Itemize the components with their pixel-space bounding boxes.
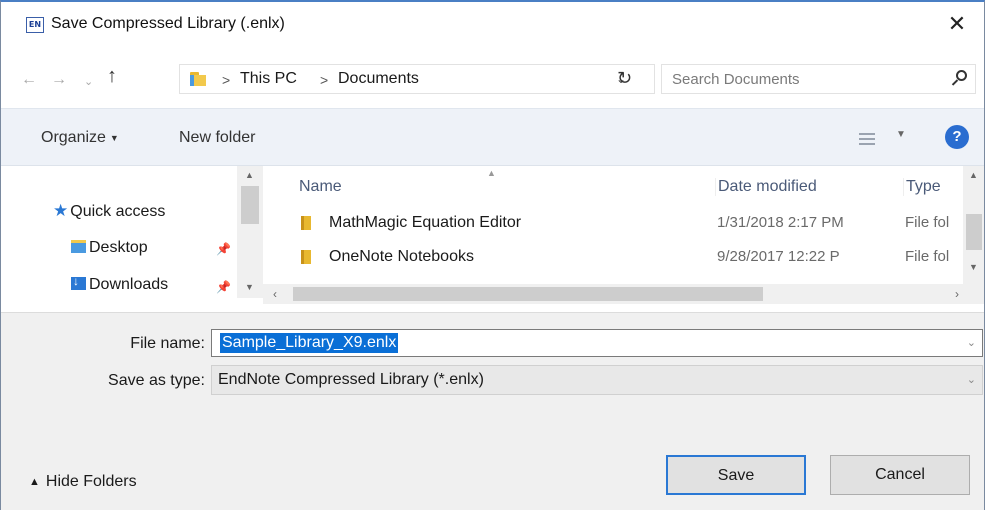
column-header-type[interactable]: Type: [903, 178, 941, 196]
back-arrow-icon[interactable]: ←: [21, 72, 37, 88]
navigation-pane: ★Quick access Desktop 📌 Downloads 📌 ▲ ▼: [1, 166, 263, 312]
folder-icon: [301, 250, 311, 264]
save-as-type-select[interactable]: EndNote Compressed Library (*.enlx) ⌄: [211, 365, 983, 395]
command-bar: Organize ▼ New folder ▼ ?: [1, 108, 984, 166]
scroll-down-icon[interactable]: ▼: [969, 262, 978, 272]
chevron-down-icon[interactable]: ⌄: [967, 336, 976, 349]
file-row[interactable]: MathMagic Equation Editor 1/31/2018 2:17…: [263, 208, 963, 240]
scroll-up-icon[interactable]: ▲: [245, 170, 254, 180]
column-header-name[interactable]: Name: [299, 178, 342, 196]
hide-folders-button[interactable]: ▲ Hide Folders: [29, 473, 137, 491]
save-button[interactable]: Save: [666, 455, 806, 495]
help-icon[interactable]: ?: [945, 125, 969, 149]
save-form: File name: Sample_Library_X9.enlx ⌄ Save…: [1, 312, 984, 510]
file-type: File fol: [905, 214, 950, 231]
view-options-caret-icon[interactable]: ▼: [896, 129, 906, 140]
scroll-left-icon[interactable]: ‹: [273, 287, 277, 301]
title-bar: EN Save Compressed Library (.enlx) ✕: [1, 2, 984, 50]
up-arrow-icon[interactable]: ↑: [107, 66, 117, 86]
view-options-icon[interactable]: [859, 133, 875, 145]
file-date-modified: 9/28/2017 12:22 P: [717, 248, 840, 265]
search-placeholder: Search Documents: [672, 71, 800, 88]
refresh-icon[interactable]: ↻: [617, 68, 632, 89]
new-folder-button[interactable]: New folder: [179, 129, 255, 147]
file-date-modified: 1/31/2018 2:17 PM: [717, 214, 844, 231]
dialog-title: Save Compressed Library (.enlx): [51, 15, 285, 32]
scroll-down-icon[interactable]: ▼: [245, 282, 254, 292]
chevron-up-icon: ▲: [29, 476, 40, 488]
nav-item-label: Desktop: [89, 239, 148, 256]
column-header-date-modified[interactable]: Date modified: [715, 178, 817, 196]
caret-down-icon: ▼: [109, 132, 119, 143]
scrollbar-thumb[interactable]: [293, 287, 763, 301]
nav-pane-scrollbar[interactable]: ▲ ▼: [237, 166, 263, 298]
navigation-row: ← → ⌄ ↑ > This PC > Documents ⌄ ↻ Search…: [1, 50, 984, 108]
chevron-down-icon[interactable]: ⌄: [967, 373, 976, 386]
documents-folder-icon: [190, 72, 206, 86]
folder-icon: [301, 216, 311, 230]
endnote-app-icon: EN: [26, 17, 44, 33]
file-type: File fol: [905, 248, 950, 265]
file-name-label: File name:: [130, 335, 205, 352]
breadcrumb-this-pc[interactable]: This PC: [240, 70, 297, 88]
organize-label: Organize: [41, 129, 106, 146]
pin-icon[interactable]: 📌: [216, 242, 231, 256]
file-name-value[interactable]: Sample_Library_X9.enlx: [220, 333, 399, 353]
search-input[interactable]: Search Documents: [661, 64, 976, 94]
nav-item-label: Quick access: [70, 203, 166, 220]
scrollbar-thumb[interactable]: [966, 214, 982, 250]
star-icon: ★: [53, 201, 69, 220]
breadcrumb-documents[interactable]: Documents: [338, 70, 419, 88]
address-bar[interactable]: > This PC > Documents ⌄: [179, 64, 655, 94]
close-button[interactable]: ✕: [938, 8, 976, 42]
save-as-type-label: Save as type:: [108, 372, 205, 389]
downloads-folder-icon: [71, 274, 86, 290]
nav-item-downloads[interactable]: Downloads: [71, 274, 169, 294]
forward-arrow-icon[interactable]: →: [51, 72, 67, 88]
desktop-folder-icon: [71, 240, 86, 253]
recent-locations-chevron-icon[interactable]: ⌄: [84, 74, 93, 90]
breadcrumb-separator-icon[interactable]: >: [320, 72, 328, 88]
save-as-type-value: EndNote Compressed Library (*.enlx): [218, 371, 484, 388]
file-list-vertical-scrollbar[interactable]: ▲ ▼: [963, 166, 984, 284]
file-name: OneNote Notebooks: [329, 248, 474, 265]
hide-folders-label: Hide Folders: [45, 473, 137, 490]
file-name: MathMagic Equation Editor: [329, 214, 522, 231]
scroll-up-icon[interactable]: ▲: [969, 170, 978, 180]
sort-indicator-icon: ▲: [487, 168, 496, 178]
cancel-button[interactable]: Cancel: [830, 455, 970, 495]
breadcrumb-separator-icon[interactable]: >: [222, 72, 230, 88]
scroll-right-icon[interactable]: ›: [955, 287, 959, 301]
organize-menu-button[interactable]: Organize ▼: [41, 129, 119, 147]
file-name-field[interactable]: Sample_Library_X9.enlx ⌄: [211, 329, 983, 357]
pin-icon[interactable]: 📌: [216, 280, 231, 294]
search-icon[interactable]: [951, 70, 967, 86]
save-dialog: EN Save Compressed Library (.enlx) ✕ ← →…: [0, 0, 985, 510]
file-list: ▲ Name Date modified Type MathMagic Equa…: [263, 166, 984, 312]
nav-item-label: Downloads: [89, 276, 169, 293]
nav-item-desktop[interactable]: Desktop: [71, 239, 148, 257]
file-list-horizontal-scrollbar[interactable]: ‹ ›: [263, 284, 984, 304]
scrollbar-thumb[interactable]: [241, 186, 259, 224]
file-row[interactable]: OneNote Notebooks 9/28/2017 12:22 P File…: [263, 242, 963, 274]
nav-item-quick-access[interactable]: ★ Quick access: [53, 201, 165, 221]
